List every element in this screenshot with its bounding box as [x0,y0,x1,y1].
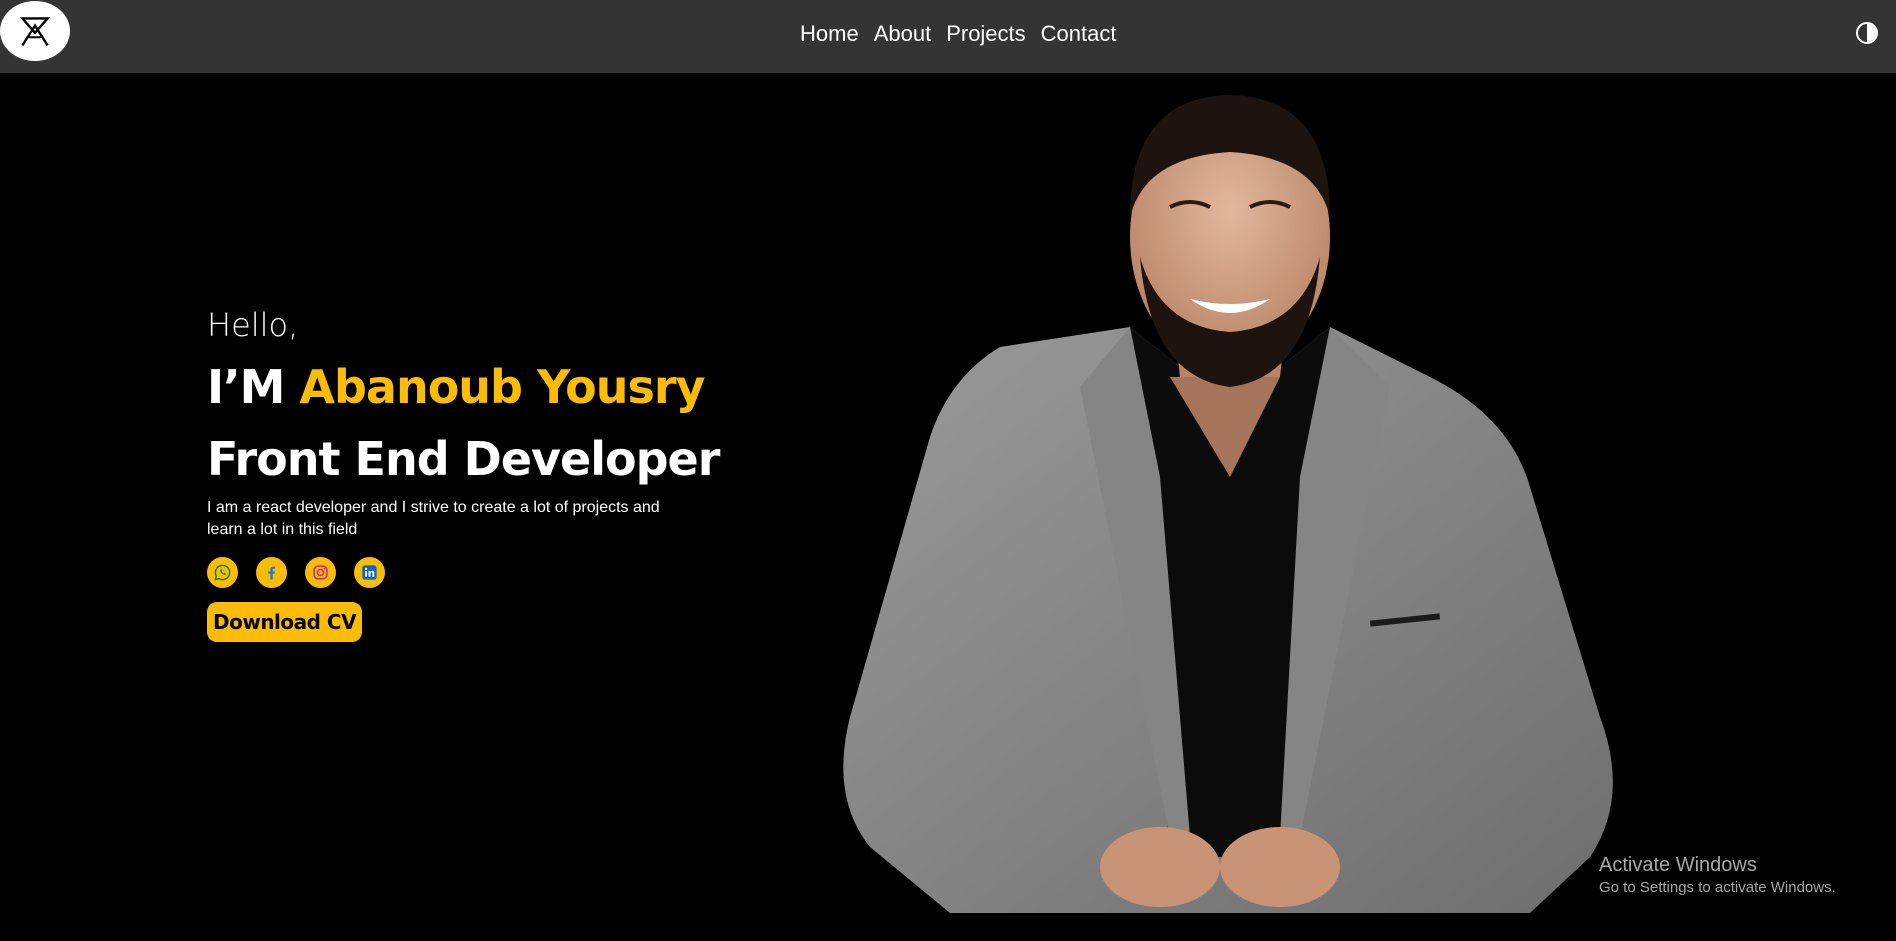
download-cv-button[interactable]: Download CV [207,602,363,642]
name-heading: I’M Abanoub Yousry [207,359,767,415]
profile-photo [843,95,1613,913]
watermark-subtitle: Go to Settings to activate Windows. [1599,879,1836,896]
logo-mark-icon [19,17,51,47]
instagram-icon [313,565,328,580]
linkedin-icon [362,565,377,580]
greeting-text: Hello, [207,306,299,344]
instagram-link[interactable] [305,557,336,588]
role-heading: Front End Developer [207,432,720,486]
name-prefix: I’M [207,360,285,414]
bio-text: I am a react developer and I strive to c… [207,499,660,538]
nav-projects-link[interactable]: Projects [946,20,1025,48]
hero-intro: Hello, I’M Abanoub Yousry Front End Deve… [207,305,767,642]
whatsapp-link[interactable] [207,557,238,588]
facebook-link[interactable] [256,557,287,588]
nav-home-link[interactable]: Home [800,20,859,48]
linkedin-link[interactable] [354,557,385,588]
top-nav-bar: Home About Projects Contact [0,0,1896,73]
whatsapp-icon [214,564,231,581]
hero-section: Hello, I’M Abanoub Yousry Front End Deve… [0,73,1896,941]
aa-monogram-logo[interactable] [0,1,70,61]
nav-contact-link[interactable]: Contact [1041,20,1117,48]
contrast-icon-half [1867,24,1876,42]
contrast-icon[interactable] [1856,22,1878,44]
developer-name: Abanoub Yousry [299,360,705,414]
nav-about-link[interactable]: About [874,20,932,48]
facebook-icon [268,566,276,580]
main-nav: Home About Projects Contact [800,20,1117,48]
watermark-title: Activate Windows [1599,854,1757,876]
windows-activation-watermark: Activate Windows Go to Settings to activ… [1599,852,1889,898]
social-links [207,557,767,588]
